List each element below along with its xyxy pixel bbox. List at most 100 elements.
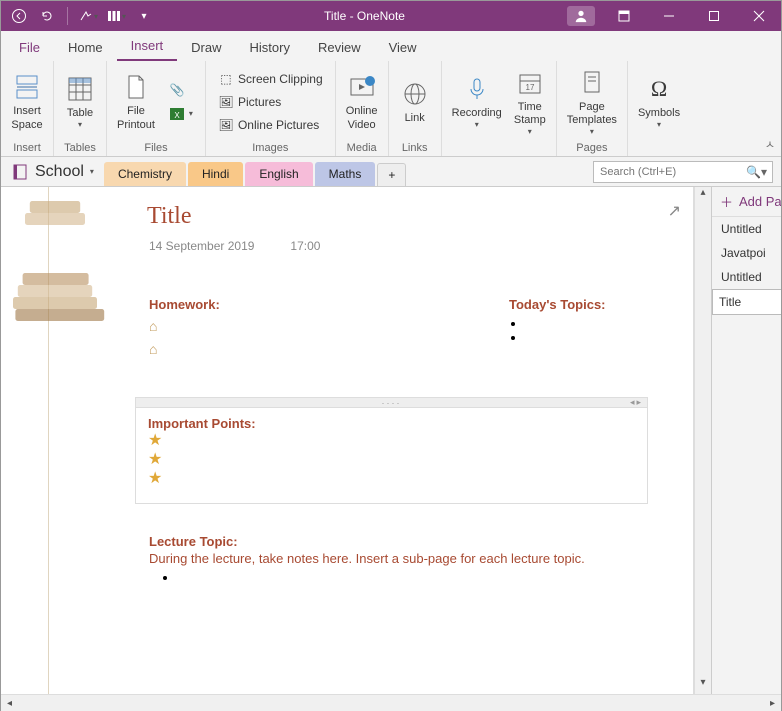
group-pages-label: Pages xyxy=(557,142,627,156)
todays-topics-heading[interactable]: Today's Topics: xyxy=(509,297,606,312)
table-icon xyxy=(64,73,96,105)
page-time[interactable]: 17:00 xyxy=(290,239,320,253)
menu-file[interactable]: File xyxy=(5,34,54,61)
menu-bar: File Home Insert Draw History Review Vie… xyxy=(1,31,781,61)
undo-button[interactable] xyxy=(35,4,59,28)
online-pictures-button[interactable]: 🖼Online Pictures xyxy=(214,114,327,136)
books-image xyxy=(1,187,121,347)
svg-text:17: 17 xyxy=(525,83,534,92)
time-stamp-button[interactable]: 17 TimeStamp▾ xyxy=(508,65,552,139)
symbols-button[interactable]: Ω Symbols▾ xyxy=(632,71,686,132)
notebook-dropdown[interactable]: School ▾ xyxy=(1,159,104,185)
pictures-button[interactable]: 🖼Pictures xyxy=(214,91,327,113)
section-nav: School ▾ Chemistry Hindi English Maths +… xyxy=(1,157,781,187)
menu-draw[interactable]: Draw xyxy=(177,34,235,61)
page-canvas[interactable]: ↗ Title 14 September 2019 17:00 Homework… xyxy=(1,187,694,694)
search-icon[interactable]: 🔍▾ xyxy=(746,165,767,179)
back-button[interactable] xyxy=(7,4,31,28)
note-container[interactable]: ···· Important Points: ★ ★ ★ xyxy=(135,397,648,504)
house-icon: ⌂ xyxy=(149,318,220,335)
menu-review[interactable]: Review xyxy=(304,34,375,61)
star-icon: ★ xyxy=(148,469,635,488)
house-icon: ⌂ xyxy=(149,341,220,358)
screen-clipping-button[interactable]: ⬚Screen Clipping xyxy=(214,68,327,90)
time-stamp-icon: 17 xyxy=(514,67,546,99)
file-printout-button[interactable]: FilePrintout xyxy=(111,69,161,133)
scroll-right-button[interactable]: ▸ xyxy=(764,698,781,709)
insert-space-icon xyxy=(11,71,43,103)
star-icon: ★ xyxy=(148,450,635,469)
full-page-view-button[interactable]: ↗ xyxy=(668,201,681,221)
important-points-heading[interactable]: Important Points: xyxy=(148,416,635,431)
page-list-item[interactable]: Javatpoi xyxy=(712,241,781,265)
scroll-down-button[interactable]: ▾ xyxy=(695,677,711,694)
topics-list[interactable] xyxy=(525,316,606,344)
horizontal-scrollbar[interactable]: ◂ ▸ xyxy=(1,694,781,711)
lecture-topic-heading[interactable]: Lecture Topic: xyxy=(149,534,649,549)
page-list-item-selected[interactable]: Title xyxy=(712,289,781,315)
star-icon: ★ xyxy=(148,431,635,450)
table-button[interactable]: Table▾ xyxy=(58,71,102,132)
minimize-button[interactable] xyxy=(646,1,691,31)
paperclip-icon: 📎 xyxy=(169,82,185,98)
page-date[interactable]: 14 September 2019 xyxy=(149,239,254,253)
maximize-button[interactable] xyxy=(691,1,736,31)
symbols-icon: Ω xyxy=(643,73,675,105)
ribbon: InsertSpace Insert Table▾ Tables FilePri… xyxy=(1,61,781,157)
spreadsheet-button[interactable]: X▾ xyxy=(165,103,197,125)
page-templates-button[interactable]: PageTemplates▾ xyxy=(561,65,623,139)
section-tab-hindi[interactable]: Hindi xyxy=(188,162,243,186)
customize-qat-button[interactable]: ▾ xyxy=(132,4,156,28)
group-tables-label: Tables xyxy=(54,142,106,156)
page-list-item[interactable]: Untitled xyxy=(712,217,781,241)
ribbon-options-button[interactable] xyxy=(601,1,646,31)
section-tab-chemistry[interactable]: Chemistry xyxy=(104,162,186,186)
content-area: ↗ Title 14 September 2019 17:00 Homework… xyxy=(1,187,781,694)
group-media-label: Media xyxy=(336,142,388,156)
title-bar: ▾ ▾ ▾ Title - OneNote xyxy=(1,1,781,31)
account-button[interactable] xyxy=(567,6,595,26)
lecture-list[interactable] xyxy=(177,570,649,584)
screen-clipping-icon: ⬚ xyxy=(218,71,234,87)
dock-button[interactable]: ▾ xyxy=(104,4,128,28)
group-insert-label: Insert xyxy=(1,142,53,156)
container-handle[interactable]: ···· xyxy=(136,398,647,408)
online-video-button[interactable]: OnlineVideo xyxy=(340,69,384,133)
attach-file-button[interactable]: 📎 xyxy=(165,79,197,101)
vertical-scrollbar[interactable]: ▴ ▾ xyxy=(694,187,711,694)
menu-history[interactable]: History xyxy=(236,34,304,61)
section-tab-maths[interactable]: Maths xyxy=(315,162,376,186)
microphone-icon xyxy=(461,73,493,105)
insert-space-button[interactable]: InsertSpace xyxy=(5,69,49,133)
menu-insert[interactable]: Insert xyxy=(117,32,178,61)
page-list-item[interactable]: Untitled xyxy=(712,265,781,289)
scroll-left-button[interactable]: ◂ xyxy=(1,698,18,709)
add-page-button[interactable]: ＋ Add Pa xyxy=(712,187,781,217)
menu-home[interactable]: Home xyxy=(54,34,117,61)
spreadsheet-icon: X xyxy=(169,106,185,122)
lecture-body-text[interactable]: During the lecture, take notes here. Ins… xyxy=(149,551,649,566)
page-list-panel: ＋ Add Pa Untitled Javatpoi Untitled Titl… xyxy=(711,187,781,694)
group-images-label: Images xyxy=(206,142,335,156)
close-button[interactable] xyxy=(736,1,781,31)
group-files-label: Files xyxy=(107,142,205,156)
recording-button[interactable]: Recording▾ xyxy=(446,71,508,132)
page-title[interactable]: Title xyxy=(147,203,191,230)
menu-view[interactable]: View xyxy=(375,34,431,61)
plus-icon: ＋ xyxy=(720,192,733,211)
link-icon xyxy=(399,78,431,110)
collapse-ribbon-button[interactable]: ㅅ xyxy=(765,136,775,152)
online-video-icon xyxy=(346,71,378,103)
window-title: Title - OneNote xyxy=(162,9,567,23)
touch-mode-button[interactable]: ▾ xyxy=(76,4,100,28)
online-picture-icon: 🖼 xyxy=(218,117,234,133)
link-button[interactable]: Link xyxy=(393,76,437,127)
notebook-name: School xyxy=(35,163,84,181)
svg-text:X: X xyxy=(174,111,180,120)
scroll-up-button[interactable]: ▴ xyxy=(695,187,711,204)
file-printout-icon xyxy=(120,71,152,103)
homework-heading[interactable]: Homework: xyxy=(149,297,220,312)
add-section-button[interactable]: + xyxy=(377,163,406,186)
section-tab-english[interactable]: English xyxy=(245,162,312,186)
group-links-label: Links xyxy=(389,142,441,156)
